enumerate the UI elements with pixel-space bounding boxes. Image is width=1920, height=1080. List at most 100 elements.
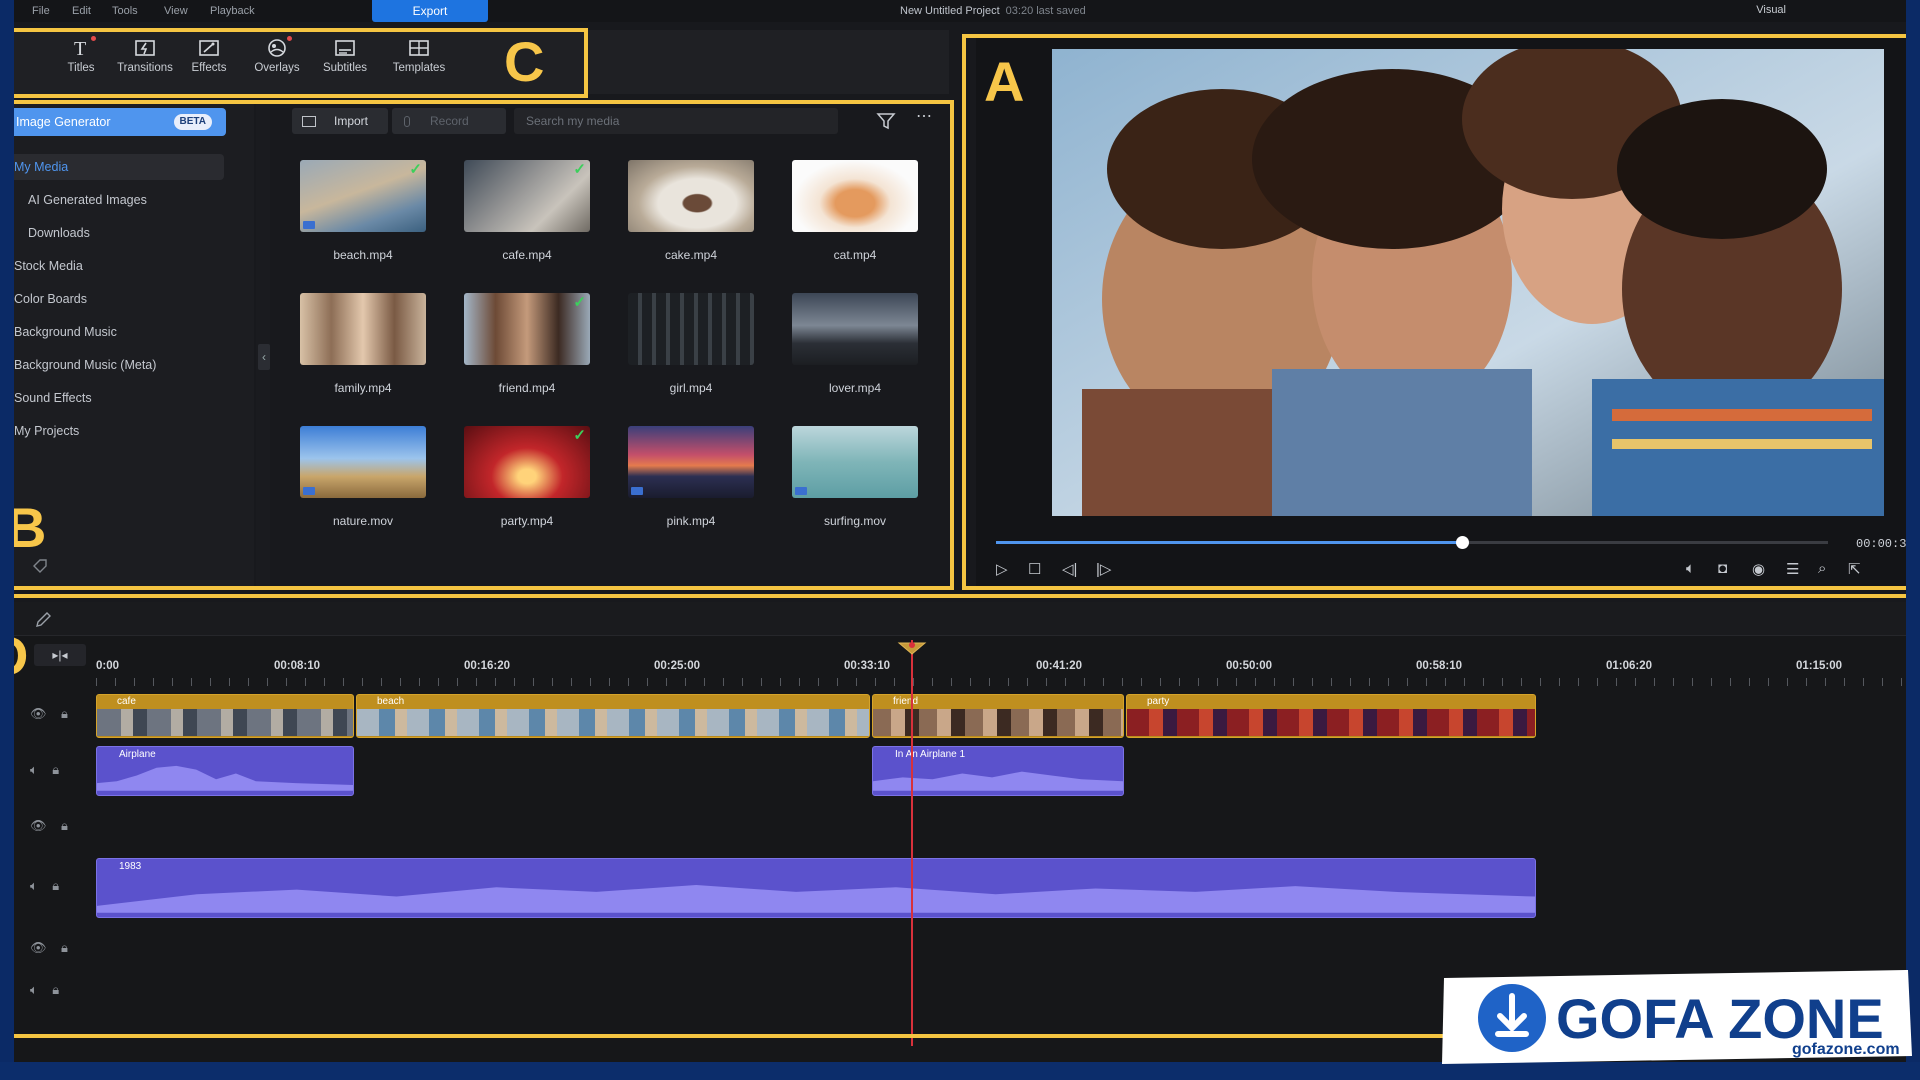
audio-clip-airplane[interactable]: Airplane (96, 746, 354, 796)
zoom-icon[interactable]: ⌕ (1818, 560, 1826, 577)
media-name: beach.mp4 (333, 248, 393, 262)
video-badge-icon (303, 221, 315, 229)
preview-scrubber[interactable] (996, 536, 1828, 549)
media-thumbnail-lover[interactable] (792, 293, 918, 365)
fullscreen-icon[interactable]: ⇱ (1848, 560, 1861, 578)
clip-filmstrip (97, 709, 353, 736)
export-button[interactable]: Export (372, 0, 488, 22)
media-thumbnail-family[interactable] (300, 293, 426, 365)
sidebar-item-downloads[interactable]: Downloads (14, 220, 224, 246)
sidebar-item-ai-generated-images[interactable]: AI Generated Images (14, 187, 224, 213)
tab-effects[interactable]: Effects (174, 38, 244, 74)
lock-icon[interactable]: 🔒︎ (61, 818, 68, 833)
snap-toggle-icon[interactable]: ▸|◂ (34, 644, 86, 666)
scrubber-progress (996, 541, 1462, 544)
video-clip-friend[interactable]: friend (872, 694, 1124, 738)
edit-pencil-icon[interactable] (34, 610, 54, 630)
audio-clip-1983[interactable]: 1983 (96, 858, 1536, 918)
image-generator-button[interactable]: Image Generator BETA (14, 108, 226, 136)
media-thumbnail-party[interactable]: ✓ (464, 426, 590, 498)
menu-tools[interactable]: Tools (112, 5, 138, 17)
sidebar-item-sound-effects[interactable]: Sound Effects (14, 385, 224, 411)
search-input[interactable]: Search my media (514, 108, 838, 134)
sidebar-item-stock-media[interactable]: Stock Media (14, 253, 224, 279)
media-thumbnail-surfing[interactable] (792, 426, 918, 498)
user-name[interactable]: Visual (1756, 4, 1786, 16)
menu-edit[interactable]: Edit (72, 5, 91, 17)
sidebar-item-background-music[interactable]: Background Music (14, 319, 224, 345)
filter-icon[interactable] (876, 111, 896, 131)
tab-subtitles[interactable]: Subtitles (310, 38, 380, 74)
eye-icon[interactable]: 👁︎ (30, 940, 47, 955)
eye-icon[interactable]: 👁︎ (30, 706, 47, 721)
video-clip-party[interactable]: party (1126, 694, 1536, 738)
eye-icon[interactable]: 👁︎ (30, 818, 47, 833)
record-button[interactable]: Record (392, 108, 506, 134)
volume-icon[interactable]: 🔈︎ (1686, 560, 1695, 577)
timeline-ruler[interactable]: 0:00 00:08:10 00:16:20 00:25:00 00:33:10… (96, 642, 1906, 686)
display-settings-icon[interactable]: ☰ (1786, 560, 1799, 578)
collapse-chevron-icon[interactable]: ‹ (258, 344, 270, 370)
annotation-letter-c: C (504, 30, 545, 93)
panel-splitter[interactable]: ‹ (256, 100, 270, 588)
render-icon[interactable]: ◉ (1752, 560, 1765, 578)
tab-templates[interactable]: Templates (384, 38, 454, 74)
video-clip-beach[interactable]: beach (356, 694, 870, 738)
tab-templates-label: Templates (392, 62, 446, 74)
media-library: Import Record Search my media ⋯ ✓ beach.… (272, 100, 948, 588)
import-button[interactable]: Import (292, 108, 388, 134)
media-thumbnail-beach[interactable]: ✓ (300, 160, 426, 232)
ruler-ticks (96, 678, 1906, 686)
speaker-icon[interactable]: 🔈︎ (30, 762, 38, 777)
project-name: New Untitled Project (900, 5, 1000, 17)
media-thumbnail-cat[interactable] (792, 160, 918, 232)
clip-filmstrip (357, 709, 869, 736)
tab-transitions-label: Transitions (117, 62, 173, 74)
media-thumbnail-girl[interactable] (628, 293, 754, 365)
media-thumbnail-cafe[interactable]: ✓ (464, 160, 590, 232)
lock-icon[interactable]: 🔒︎ (52, 878, 59, 893)
stop-icon[interactable]: ☐ (1028, 560, 1041, 578)
tab-transitions[interactable]: Transitions (110, 38, 180, 74)
more-options-icon[interactable]: ⋯ (916, 106, 932, 126)
scrubber-handle[interactable] (1455, 536, 1469, 549)
lock-icon[interactable]: 🔒︎ (61, 940, 68, 955)
gofazone-watermark: GOFA ZONE gofazone.com (1438, 968, 1914, 1066)
lock-icon[interactable]: 🔒︎ (52, 762, 59, 777)
lock-icon[interactable]: 🔒︎ (52, 982, 59, 997)
tab-overlays[interactable]: Overlays (242, 36, 312, 74)
sidebar-item-my-projects[interactable]: My Projects (14, 418, 224, 444)
tag-icon[interactable] (32, 558, 48, 574)
annotation-letter-a: A (984, 50, 1025, 113)
audio-clip-in-an-airplane-1[interactable]: In An Airplane 1 (872, 746, 1124, 796)
effects-icon (199, 40, 219, 56)
media-thumbnail-pink[interactable] (628, 426, 754, 498)
in-use-check-icon: ✓ (573, 427, 586, 444)
menu-playback[interactable]: Playback (210, 5, 255, 17)
video-clip-cafe[interactable]: cafe (96, 694, 354, 738)
speaker-icon[interactable]: 🔈︎ (30, 982, 38, 997)
prev-frame-icon[interactable]: ◁| (1062, 560, 1077, 578)
next-frame-icon[interactable]: |▷ (1096, 560, 1111, 578)
menu-view[interactable]: View (164, 5, 188, 17)
snapshot-icon[interactable]: ◘ (1718, 560, 1727, 577)
menu-file[interactable]: File (32, 5, 50, 17)
tab-titles[interactable]: T Titles (46, 36, 116, 74)
new-dot-icon (287, 36, 292, 41)
media-thumbnail-cake[interactable] (628, 160, 754, 232)
media-thumbnail-friend[interactable]: ✓ (464, 293, 590, 365)
speaker-icon[interactable]: 🔈︎ (30, 878, 38, 893)
media-thumbnail-nature[interactable] (300, 426, 426, 498)
track-controls-video-3: 👁︎ 🔒︎ (30, 940, 90, 956)
ruler-label: 00:58:10 (1416, 660, 1463, 672)
timeline-toolbar (14, 602, 1906, 636)
sidebar-item-background-music-meta[interactable]: Background Music (Meta) (14, 352, 224, 378)
lock-icon[interactable]: 🔒︎ (61, 706, 68, 721)
play-icon[interactable]: ▷ (996, 560, 1008, 578)
media-name: nature.mov (332, 514, 394, 528)
media-name: family.mp4 (334, 381, 392, 395)
sidebar-item-my-media[interactable]: My Media (14, 154, 224, 180)
sidebar-item-color-boards[interactable]: Color Boards (14, 286, 224, 312)
playhead-handle-icon[interactable] (897, 641, 927, 655)
playhead[interactable] (911, 640, 913, 1046)
